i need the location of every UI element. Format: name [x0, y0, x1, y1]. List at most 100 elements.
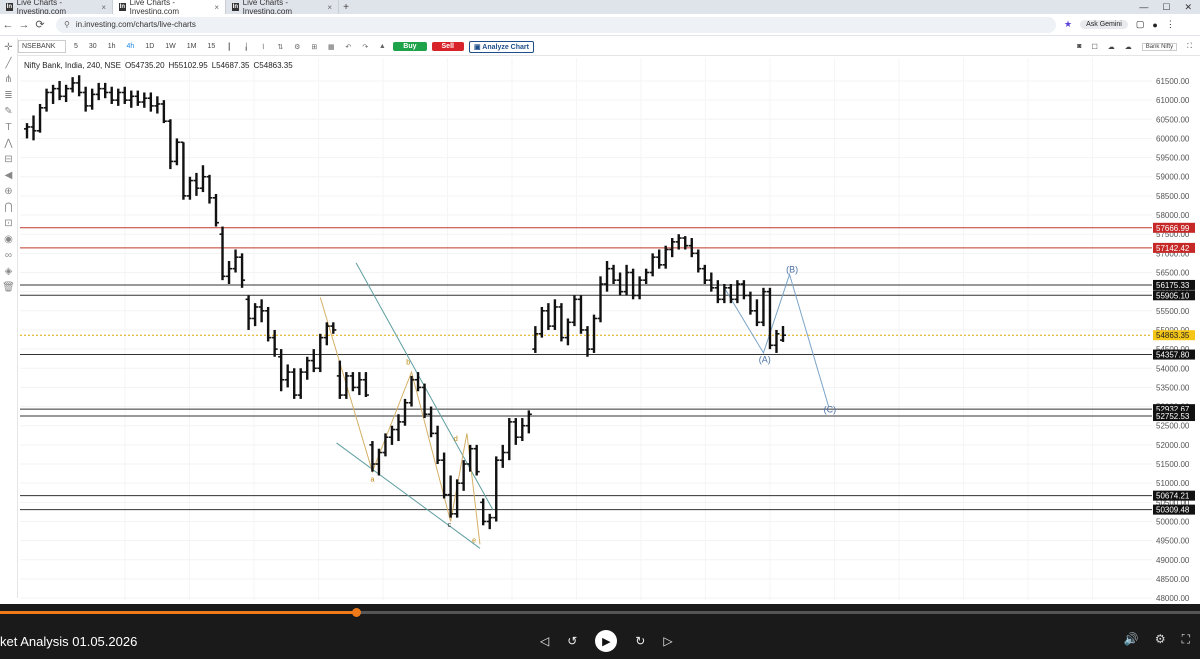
progress-fill [0, 611, 357, 614]
ohlc-bar [180, 141, 187, 200]
price-level-label: 54357.80 [1156, 351, 1190, 360]
price-level-label: 52752.53 [1156, 412, 1190, 421]
price-tick-label: 48500.00 [1156, 575, 1190, 584]
ohlc-bar [701, 264, 708, 284]
ohlc-bar [297, 368, 304, 399]
price-chart[interactable]: 48000.00 48500.00 49000.00 49500.00 50000.00… [0, 0, 1200, 604]
ohlc-bar [760, 287, 767, 327]
ohlc-bar [63, 84, 70, 103]
ohlc-bar [780, 326, 786, 342]
skip-forward-icon[interactable]: ▷ [663, 634, 672, 648]
legend-low: L54687.35 [211, 61, 250, 70]
price-level-label: 50309.48 [1156, 506, 1190, 515]
ohlc-bar [245, 295, 252, 330]
ohlc-bar [252, 303, 259, 327]
ohlc-bar [512, 418, 519, 445]
ohlc-bar [134, 90, 141, 106]
ohlc-bar [356, 372, 363, 396]
ohlc-bar [493, 456, 500, 522]
wave-label: (C) [824, 404, 837, 414]
ohlc-bar [610, 264, 617, 284]
ohlc-bar [239, 253, 246, 288]
ohlc-bar [428, 406, 435, 438]
replay-10-icon[interactable]: ↺ [567, 634, 577, 648]
ohlc-legend: Nifty Bank, India, 240, NSE O54735.20 H5… [24, 61, 293, 70]
ohlc-bar [662, 245, 669, 269]
ohlc-bar [519, 418, 526, 442]
ohlc-bar [558, 303, 565, 342]
forward-10-icon[interactable]: ↻ [635, 634, 645, 648]
ohlc-bar [636, 276, 643, 300]
ohlc-bar [115, 88, 122, 106]
price-tick-label: 51000.00 [1156, 479, 1190, 488]
settings-icon[interactable]: ⚙ [1155, 632, 1166, 647]
ohlc-bar [173, 138, 180, 166]
ohlc-bar [753, 299, 760, 327]
volume-icon[interactable]: 🔊 [1124, 632, 1139, 647]
price-level-label: 55905.10 [1156, 291, 1190, 300]
price-tick-label: 56500.00 [1156, 269, 1190, 278]
price-level-label: 57142.42 [1156, 244, 1190, 253]
price-tick-label: 54000.00 [1156, 364, 1190, 373]
ohlc-bar [108, 86, 115, 104]
ohlc-bar [630, 268, 637, 300]
ohlc-bar [102, 82, 109, 99]
price-tick-label: 60500.00 [1156, 115, 1190, 124]
price-tick-label: 59000.00 [1156, 173, 1190, 182]
price-tick-label: 51500.00 [1156, 460, 1190, 469]
ohlc-bar [76, 75, 83, 97]
ohlc-bar [467, 444, 474, 472]
progress-handle[interactable] [352, 608, 361, 617]
ohlc-bar [675, 234, 682, 250]
ohlc-bar [591, 314, 597, 353]
ohlc-bar [121, 86, 128, 104]
price-tick-label: 58000.00 [1156, 211, 1190, 220]
skip-back-icon[interactable]: ◁ [540, 634, 549, 648]
ohlc-bar [82, 86, 89, 112]
ohlc-bar [336, 360, 343, 399]
ohlc-bar [278, 349, 285, 392]
play-button[interactable]: ▶ [595, 630, 618, 652]
ohlc-bar [213, 193, 219, 227]
wave-label: b [406, 359, 410, 366]
ohlc-bar [597, 276, 604, 323]
ohlc-bar [291, 368, 298, 399]
ohlc-bar [206, 174, 213, 204]
ohlc-bar [89, 88, 96, 110]
ohlc-bar [330, 322, 337, 334]
ohlc-bar [551, 299, 558, 330]
wave-label: c [448, 522, 452, 529]
ohlc-bars [24, 75, 786, 530]
ohlc-bar [395, 414, 402, 442]
ohlc-bar [623, 264, 630, 296]
ohlc-bar [577, 295, 584, 334]
price-tick-label: 49000.00 [1156, 556, 1190, 565]
ohlc-bar [37, 103, 44, 133]
price-level-label: 56175.33 [1156, 281, 1190, 290]
ohlc-bar [154, 96, 161, 114]
ohlc-bar [24, 123, 30, 139]
ohlc-bar [473, 444, 480, 476]
ohlc-bar [643, 268, 650, 284]
ohlc-bar [56, 80, 63, 101]
ohlc-bar [271, 329, 278, 357]
ohlc-bar [69, 77, 76, 93]
ohlc-bar [721, 283, 728, 304]
ohlc-bar [50, 84, 57, 104]
price-tick-label: 52500.00 [1156, 422, 1190, 431]
wave-label: (A) [759, 355, 771, 365]
ohlc-bar [362, 372, 369, 397]
price-tick-label: 61500.00 [1156, 77, 1190, 86]
player-fullscreen-icon[interactable]: ⛶ [1182, 632, 1190, 647]
ohlc-bar [128, 90, 135, 108]
ohlc-bar [199, 165, 206, 193]
ohlc-bar [545, 303, 552, 330]
price-tick-label: 49500.00 [1156, 537, 1190, 546]
ohlc-bar [740, 280, 747, 300]
ohlc-bar [584, 326, 591, 357]
ohlc-bar [349, 372, 356, 392]
ohlc-bar [525, 410, 532, 434]
ohlc-bar [441, 452, 448, 499]
ohlc-bar [147, 92, 154, 112]
ohlc-bar [167, 119, 174, 170]
